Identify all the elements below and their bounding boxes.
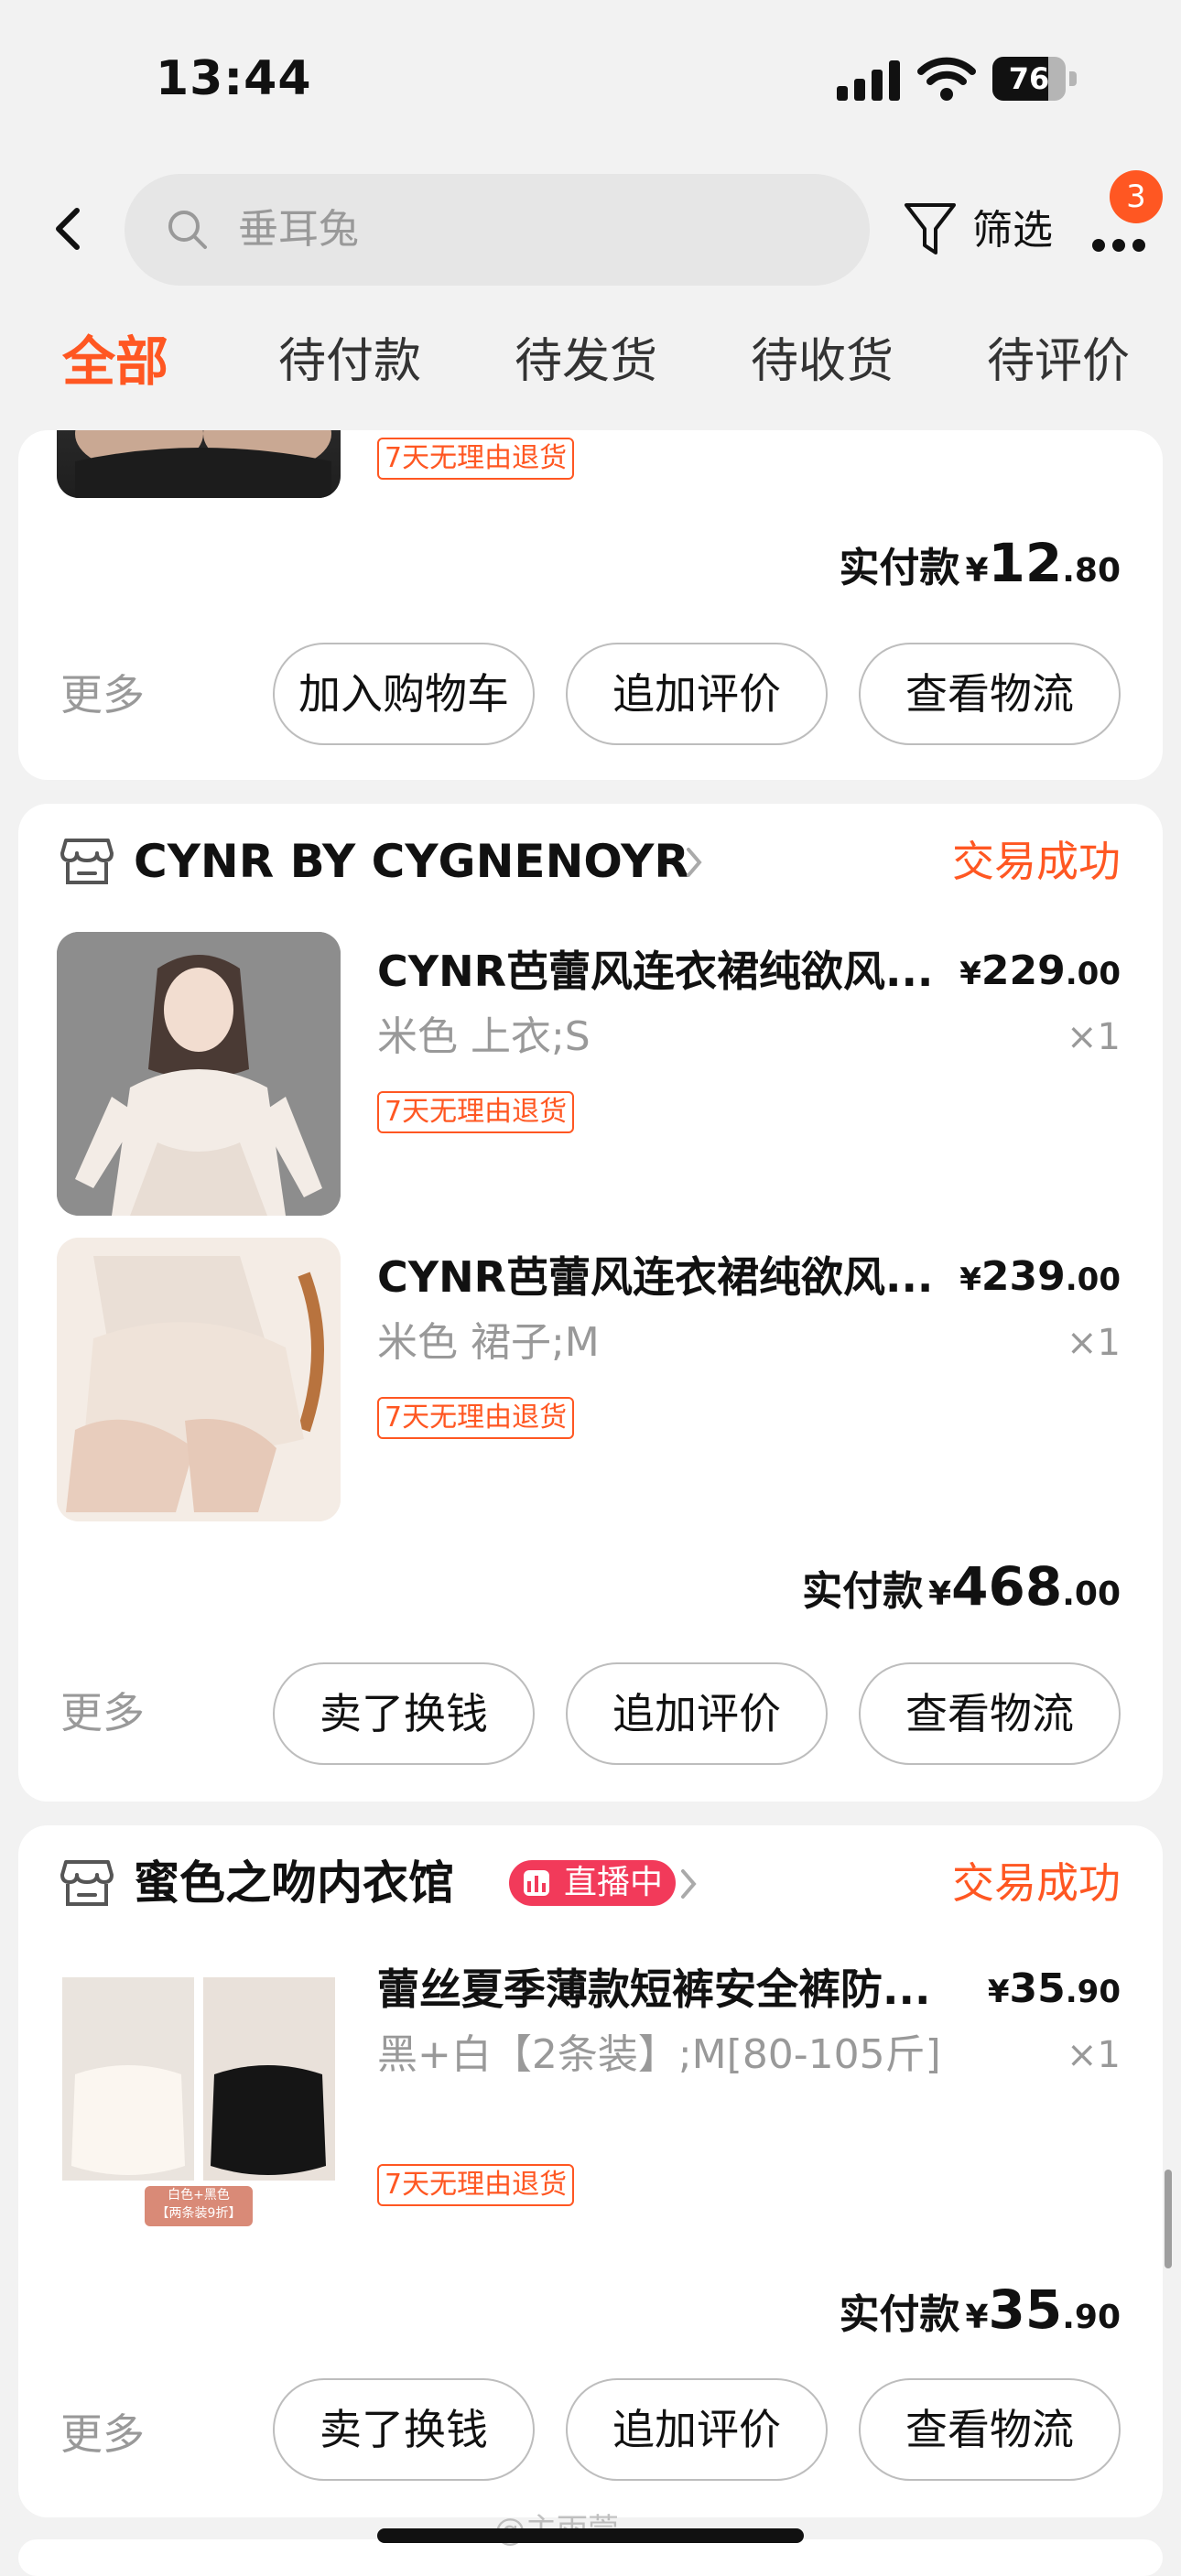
item-price: ¥229.00 (959, 943, 1121, 1008)
order-status: 交易成功 (952, 1858, 1121, 1908)
price-currency: ¥ (959, 956, 981, 992)
more-dots-icon (1092, 239, 1145, 252)
return-policy-tag: 7天无理由退货 (377, 1091, 575, 1133)
product-photo (75, 430, 331, 498)
product-sku: 米色 上衣;S (377, 1013, 590, 1060)
paid-decimal: .80 (1062, 552, 1121, 590)
live-stream-icon (524, 1870, 549, 1896)
resell-button[interactable]: 卖了换钱 (273, 2378, 535, 2481)
product-sku: 黑+白【2条装】;M[80-105斤] (377, 2031, 941, 2078)
add-review-button[interactable]: 追加评价 (566, 2378, 828, 2481)
product-title[interactable]: CYNR芭蕾风连衣裙纯欲风... (377, 1249, 972, 1305)
price-integer: 229 (981, 947, 1066, 994)
item-price: ¥35.90 (988, 1961, 1121, 2026)
paid-integer: 35 (988, 2278, 1063, 2341)
live-label: 直播中 (564, 1864, 664, 1901)
price-currency: ¥ (959, 1261, 981, 1298)
paid-label: 实付款 (839, 2291, 960, 2338)
chevron-right-icon[interactable] (677, 1866, 699, 1902)
price-integer: 239 (981, 1253, 1066, 1300)
filter-button[interactable]: 筛选 (903, 194, 1067, 267)
product-photo (57, 932, 341, 1216)
shop-icon (60, 839, 114, 884)
price-decimal: .00 (1065, 956, 1121, 992)
thumb-caption: 白色+黑色 (168, 2188, 230, 2203)
tab-pending-receipt[interactable]: 待收货 (751, 330, 894, 394)
clock: 13:44 (156, 51, 312, 106)
shop-icon (60, 1860, 114, 1906)
price-decimal: .90 (1065, 1974, 1121, 2010)
order-card: 7天无理由退货 实付款 ¥12.80 更多 加入购物车 追加评价 查看物流 (18, 430, 1163, 780)
status-bar: 13:44 76 (0, 0, 1181, 156)
order-card: CYNR BY CYGNENOYR 交易成功 CYNR芭蕾风连衣裙纯欲风... … (18, 804, 1163, 1802)
search-icon (168, 211, 207, 249)
price-decimal: .00 (1065, 1261, 1121, 1298)
paid-decimal: .00 (1062, 1575, 1121, 1613)
shop-name[interactable]: CYNR BY CYGNENOYR (134, 829, 689, 893)
product-quantity: ×1 (1067, 2034, 1121, 2076)
paid-label: 实付款 (839, 545, 960, 591)
order-card: 蜜色之吻内衣馆 直播中 交易成功 白色+黑色 【两条装9折】 蕾丝夏季薄款短裤安… (18, 1825, 1163, 2517)
back-arrow-icon[interactable] (46, 201, 92, 256)
shop-name[interactable]: 蜜色之吻内衣馆 (134, 1851, 454, 1915)
paid-amount: 实付款 ¥35.90 (839, 2278, 1121, 2355)
paid-amount: 实付款 ¥12.80 (839, 531, 1121, 609)
product-photo (57, 1238, 341, 1521)
live-badge[interactable]: 直播中 (509, 1860, 677, 1906)
paid-amount: 实付款 ¥468.00 (802, 1554, 1121, 1632)
header: 垂耳兔 筛选 3 (0, 156, 1181, 302)
battery-indicator: 76 (992, 57, 1077, 101)
product-title[interactable]: 蕾丝夏季薄款短裤安全裤防... (377, 1961, 963, 2018)
tab-pending-payment[interactable]: 待付款 (278, 330, 421, 394)
paid-integer: 12 (988, 532, 1063, 594)
filter-icon (905, 203, 956, 254)
more-link[interactable]: 更多 (60, 1681, 145, 1745)
chevron-right-icon[interactable] (683, 844, 705, 881)
product-image[interactable] (57, 932, 341, 1216)
return-policy-tag: 7天无理由退货 (377, 438, 575, 480)
battery-percent: 76 (1008, 61, 1050, 96)
paid-currency: ¥ (965, 2299, 989, 2336)
paid-label: 实付款 (802, 1568, 924, 1615)
paid-currency: ¥ (928, 1575, 952, 1613)
tab-pending-review[interactable]: 待评价 (987, 330, 1130, 394)
scrollbar[interactable] (1165, 2170, 1172, 2268)
filter-label: 筛选 (972, 207, 1053, 254)
return-policy-tag: 7天无理由退货 (377, 1397, 575, 1439)
add-review-button[interactable]: 追加评价 (566, 1662, 828, 1765)
notification-badge: 3 (1110, 170, 1163, 223)
cellular-signal-icon (837, 60, 900, 101)
view-logistics-button[interactable]: 查看物流 (859, 2378, 1121, 2481)
search-placeholder: 垂耳兔 (238, 206, 359, 253)
item-price: ¥239.00 (959, 1249, 1121, 1314)
view-logistics-button[interactable]: 查看物流 (859, 643, 1121, 745)
product-image[interactable]: 白色+黑色 【两条装9折】 (57, 1955, 341, 2239)
view-logistics-button[interactable]: 查看物流 (859, 1662, 1121, 1765)
tab-pending-shipment[interactable]: 待发货 (515, 330, 657, 394)
order-status: 交易成功 (952, 837, 1121, 886)
paid-decimal: .90 (1062, 2299, 1121, 2336)
more-link[interactable]: 更多 (60, 2402, 145, 2466)
price-integer: 35 (1009, 1965, 1066, 2012)
add-to-cart-button[interactable]: 加入购物车 (273, 643, 535, 745)
paid-integer: 468 (951, 1555, 1063, 1618)
search-input[interactable]: 垂耳兔 (125, 174, 870, 286)
product-sku: 米色 裙子;M (377, 1319, 600, 1366)
return-policy-tag: 7天无理由退货 (377, 2164, 575, 2206)
product-title[interactable]: CYNR芭蕾风连衣裙纯欲风... (377, 943, 972, 1000)
product-image[interactable] (57, 1238, 341, 1521)
order-tabs: 全部 待付款 待发货 待收货 待评价 (0, 302, 1181, 430)
wifi-icon (917, 57, 976, 101)
add-review-button[interactable]: 追加评价 (566, 643, 828, 745)
product-quantity: ×1 (1067, 1016, 1121, 1058)
more-link[interactable]: 更多 (60, 663, 145, 727)
thumb-subcaption: 【两条装9折】 (156, 2206, 242, 2221)
home-indicator[interactable] (377, 2528, 804, 2543)
tab-all[interactable]: 全部 (62, 330, 168, 394)
resell-button[interactable]: 卖了换钱 (273, 1662, 535, 1765)
product-quantity: ×1 (1067, 1322, 1121, 1364)
paid-currency: ¥ (965, 552, 989, 590)
product-image[interactable] (57, 430, 341, 498)
price-currency: ¥ (987, 1974, 1010, 2010)
